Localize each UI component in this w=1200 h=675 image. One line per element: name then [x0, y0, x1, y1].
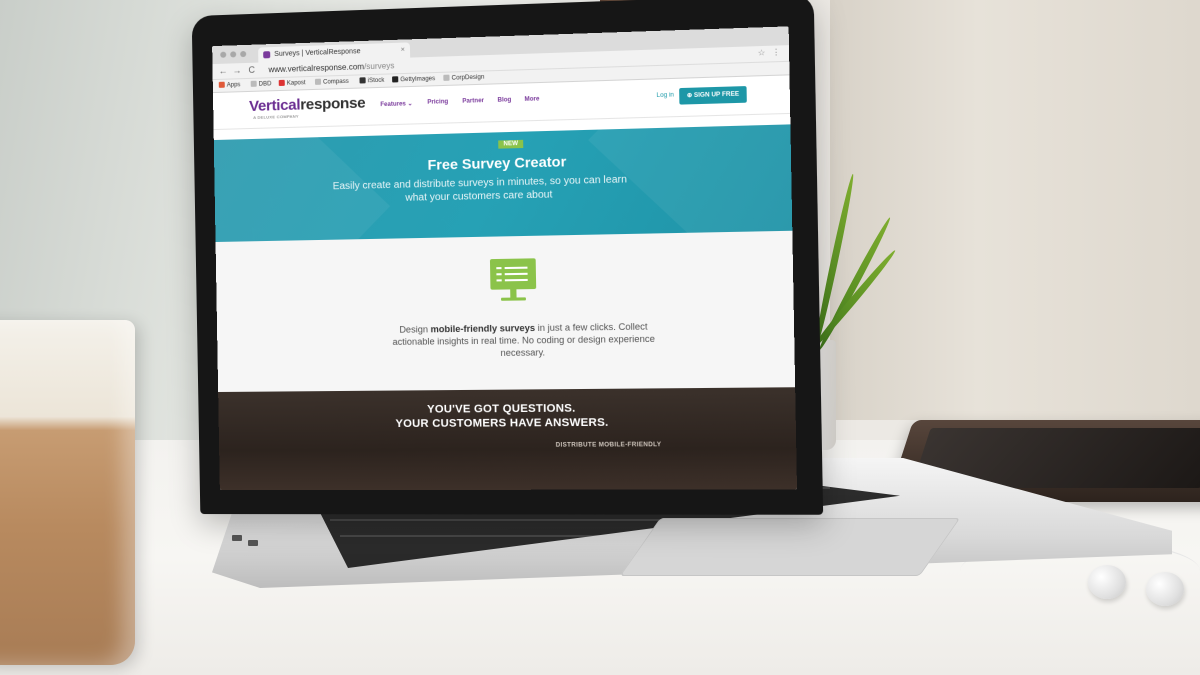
- tab-title: Surveys | VerticalResponse: [274, 48, 361, 59]
- hero-subtitle: Easily create and distribute surveys in …: [332, 174, 628, 204]
- feature-description: Design mobile-friendly surveys in just a…: [392, 321, 656, 359]
- window-minimize-dot[interactable]: [230, 51, 237, 58]
- nav-features[interactable]: Features ⌄: [380, 100, 413, 108]
- bookmark-star-icon[interactable]: ☆: [758, 48, 766, 58]
- reload-icon[interactable]: C: [248, 65, 255, 76]
- laptop-trackpad: [619, 518, 961, 576]
- istock-icon: [359, 77, 366, 84]
- wall-background: [830, 0, 1200, 420]
- earbud-right: [1146, 572, 1184, 606]
- coffee-mug: [0, 320, 135, 665]
- site-logo[interactable]: Verticalresponse: [249, 94, 366, 115]
- nav-more[interactable]: More: [524, 96, 539, 103]
- back-icon[interactable]: ←: [218, 66, 227, 77]
- bookmark-kapost[interactable]: Kapost: [278, 79, 306, 88]
- laptop-screen: Surveys | VerticalResponse × ← → C www.v…: [212, 26, 798, 491]
- address-bar[interactable]: www.verticalresponse.com/surveys: [268, 60, 394, 75]
- logo-tagline: A DELUXE COMPANY: [253, 113, 299, 120]
- monitor-checklist-icon: [489, 258, 537, 306]
- logo-vertical: Vertical: [248, 96, 301, 116]
- window-close-dot[interactable]: [220, 51, 227, 58]
- questions-heading: YOU'VE GOT QUESTIONS. YOUR CUSTOMERS HAV…: [395, 402, 609, 431]
- questions-section: YOU'VE GOT QUESTIONS. YOUR CUSTOMERS HAV…: [218, 387, 798, 491]
- usb-port: [232, 535, 242, 541]
- forward-icon[interactable]: →: [232, 65, 241, 76]
- url-host: www.verticalresponse.com: [268, 62, 365, 75]
- bookmark-istock[interactable]: iStock: [359, 77, 384, 86]
- getty-icon: [392, 76, 399, 83]
- logo-response: response: [300, 94, 366, 114]
- hero-banner: NEW Free Survey Creator Easily create an…: [213, 124, 793, 243]
- nav-blog[interactable]: Blog: [497, 97, 511, 104]
- feature-highlight: mobile-friendly surveys: [430, 322, 536, 335]
- bookmark-dbd[interactable]: DBD: [250, 80, 272, 89]
- usb-port: [248, 540, 258, 546]
- sign-up-free-button[interactable]: ⊕ SIGN UP FREE: [679, 86, 747, 105]
- page-icon: [443, 74, 450, 81]
- window-maximize-dot[interactable]: [240, 50, 247, 58]
- nav-partner[interactable]: Partner: [462, 98, 484, 105]
- tab-close-icon[interactable]: ×: [401, 43, 405, 58]
- feature-section: Design mobile-friendly surveys in just a…: [215, 230, 796, 393]
- bookmark-apps[interactable]: Apps: [218, 81, 241, 90]
- kapost-icon: [278, 79, 285, 87]
- bookmark-corpdesign[interactable]: CorpDesign: [443, 74, 484, 83]
- page-icon: [314, 78, 322, 85]
- site-favicon-icon: [263, 51, 271, 59]
- url-path: /surveys: [363, 61, 395, 72]
- folder-icon: [250, 80, 257, 87]
- bookmark-gettyimages[interactable]: GettyImages: [392, 75, 435, 84]
- bookmark-compass[interactable]: Compass: [314, 78, 349, 87]
- login-link[interactable]: Log in: [657, 92, 674, 99]
- apps-grid-icon: [218, 81, 225, 88]
- browser-menu-icon[interactable]: ⋮: [772, 48, 781, 58]
- distribute-subheading: DISTRIBUTE MOBILE-FRIENDLY: [555, 442, 662, 449]
- nav-pricing[interactable]: Pricing: [427, 99, 448, 106]
- new-badge: NEW: [498, 139, 524, 149]
- earbud-left: [1088, 565, 1126, 599]
